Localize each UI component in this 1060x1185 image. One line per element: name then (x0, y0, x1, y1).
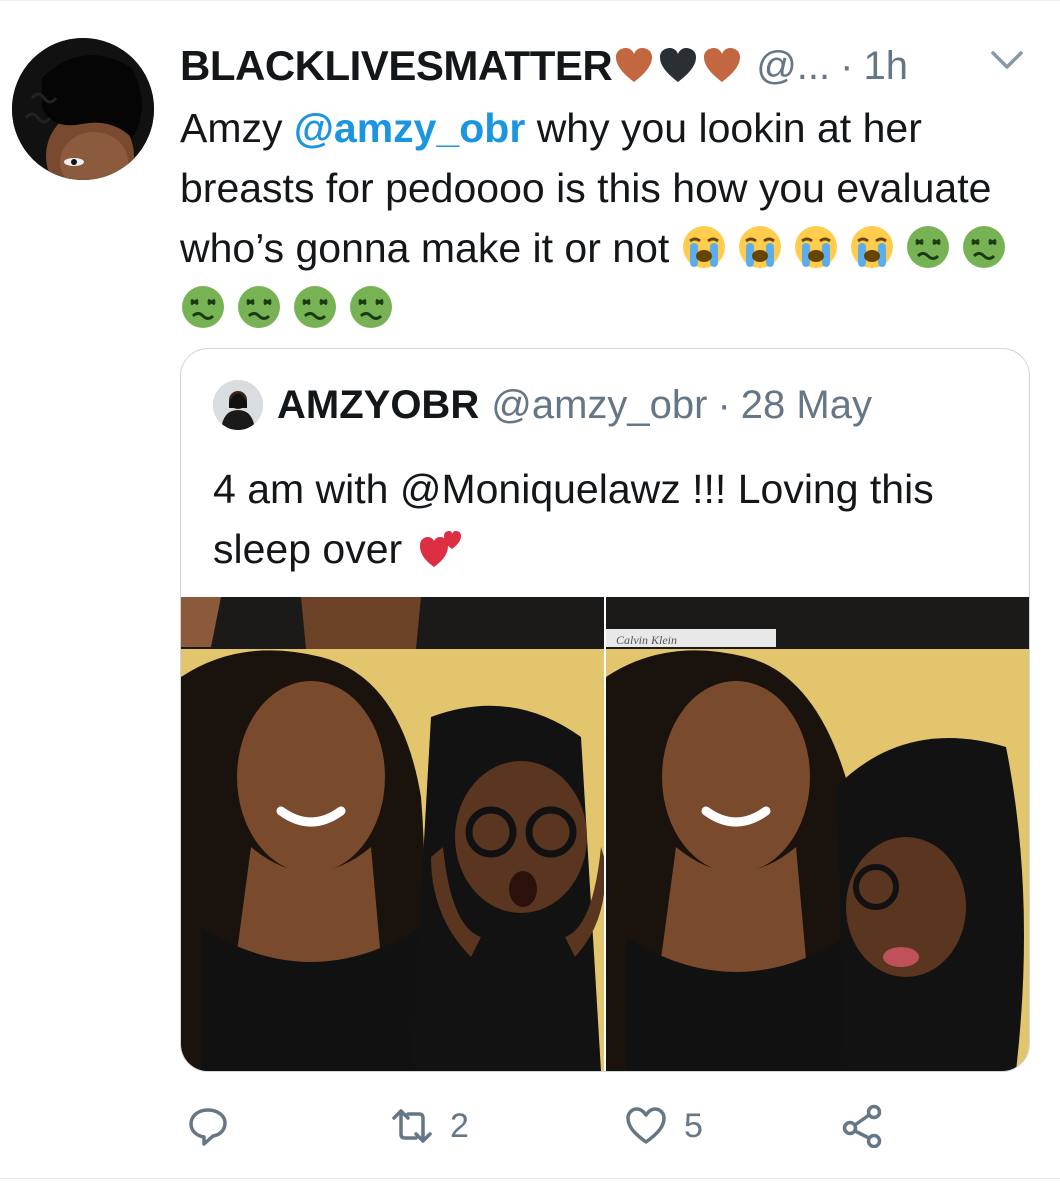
orange-heart-icon (616, 48, 653, 82)
retweet-button[interactable]: 2 (390, 1098, 469, 1154)
retweet-count: 2 (450, 1106, 469, 1145)
nauseated-face-icon (294, 286, 336, 328)
nauseated-face-icon (962, 226, 1005, 268)
chevron-down-icon[interactable] (990, 48, 1024, 72)
bottom-divider (0, 1178, 1060, 1179)
quoted-handle: @amzy_obr (491, 382, 708, 427)
share-button[interactable] (840, 1098, 884, 1154)
loudly-crying-face-icon (738, 226, 781, 268)
mention-link[interactable]: @amzy_obr (294, 105, 525, 151)
photo-text: Calvin Klein (616, 633, 677, 647)
like-button[interactable]: 5 (624, 1098, 703, 1154)
reply-icon (189, 1108, 227, 1146)
tweet-action-bar: 2 5 (180, 1098, 1040, 1154)
tweet-text: Amzy @amzy_obr why you lookin at her bre… (180, 98, 1040, 338)
heart-outline-icon (626, 1107, 666, 1144)
quoted-header-separator: · (717, 382, 731, 427)
tweet-header: BLACKLIVESMATTER @... · 1h (180, 38, 908, 94)
loudly-crying-face-icon (794, 226, 837, 268)
quoted-tweet-text: 4 am with @Moniquelawz !!! Loving this s… (213, 459, 993, 579)
top-divider (0, 0, 1060, 1)
reply-button[interactable] (186, 1098, 246, 1154)
loudly-crying-face-icon (682, 226, 725, 268)
media-photo[interactable] (181, 597, 604, 1071)
tweet-timestamp[interactable]: 1h (863, 44, 908, 89)
retweet-icon (392, 1109, 432, 1143)
nauseated-face-icon (182, 286, 224, 328)
name-emoji-group (614, 46, 746, 86)
two-hearts-icon (419, 531, 461, 567)
media-photo[interactable]: Calvin Klein (606, 597, 1029, 1071)
quoted-tweet-header: AMZYOBR @amzy_obr · 28 May (213, 379, 872, 431)
header-separator: · (840, 43, 854, 88)
quoted-author-avatar[interactable] (213, 380, 263, 430)
author-display-name[interactable]: BLACKLIVESMATTER (180, 42, 613, 90)
quoted-date: 28 May (740, 382, 872, 427)
quoted-avatar-image (213, 380, 263, 430)
nauseated-face-icon (238, 286, 280, 328)
quoted-media[interactable]: Calvin Klein (181, 597, 1029, 1071)
quoted-text-body: 4 am with @Moniquelawz !!! Loving this s… (213, 466, 934, 572)
avatar-image (12, 38, 154, 180)
share-icon (842, 1104, 882, 1148)
nauseated-face-icon (350, 286, 392, 328)
photo-image: Calvin Klein (606, 597, 1029, 1071)
author-handle[interactable]: @... (756, 44, 830, 89)
black-heart-icon (660, 48, 697, 82)
quoted-tweet-card[interactable]: AMZYOBR @amzy_obr · 28 May 4 am with @Mo… (180, 348, 1030, 1072)
quoted-display-name: AMZYOBR (277, 382, 480, 427)
loudly-crying-face-icon (850, 226, 893, 268)
nauseated-face-icon (906, 226, 949, 268)
author-avatar[interactable] (12, 38, 154, 180)
photo-image (181, 597, 604, 1071)
like-count: 5 (684, 1106, 703, 1145)
tweet-text-prefix: Amzy (180, 105, 294, 151)
orange-heart-icon (704, 48, 741, 82)
